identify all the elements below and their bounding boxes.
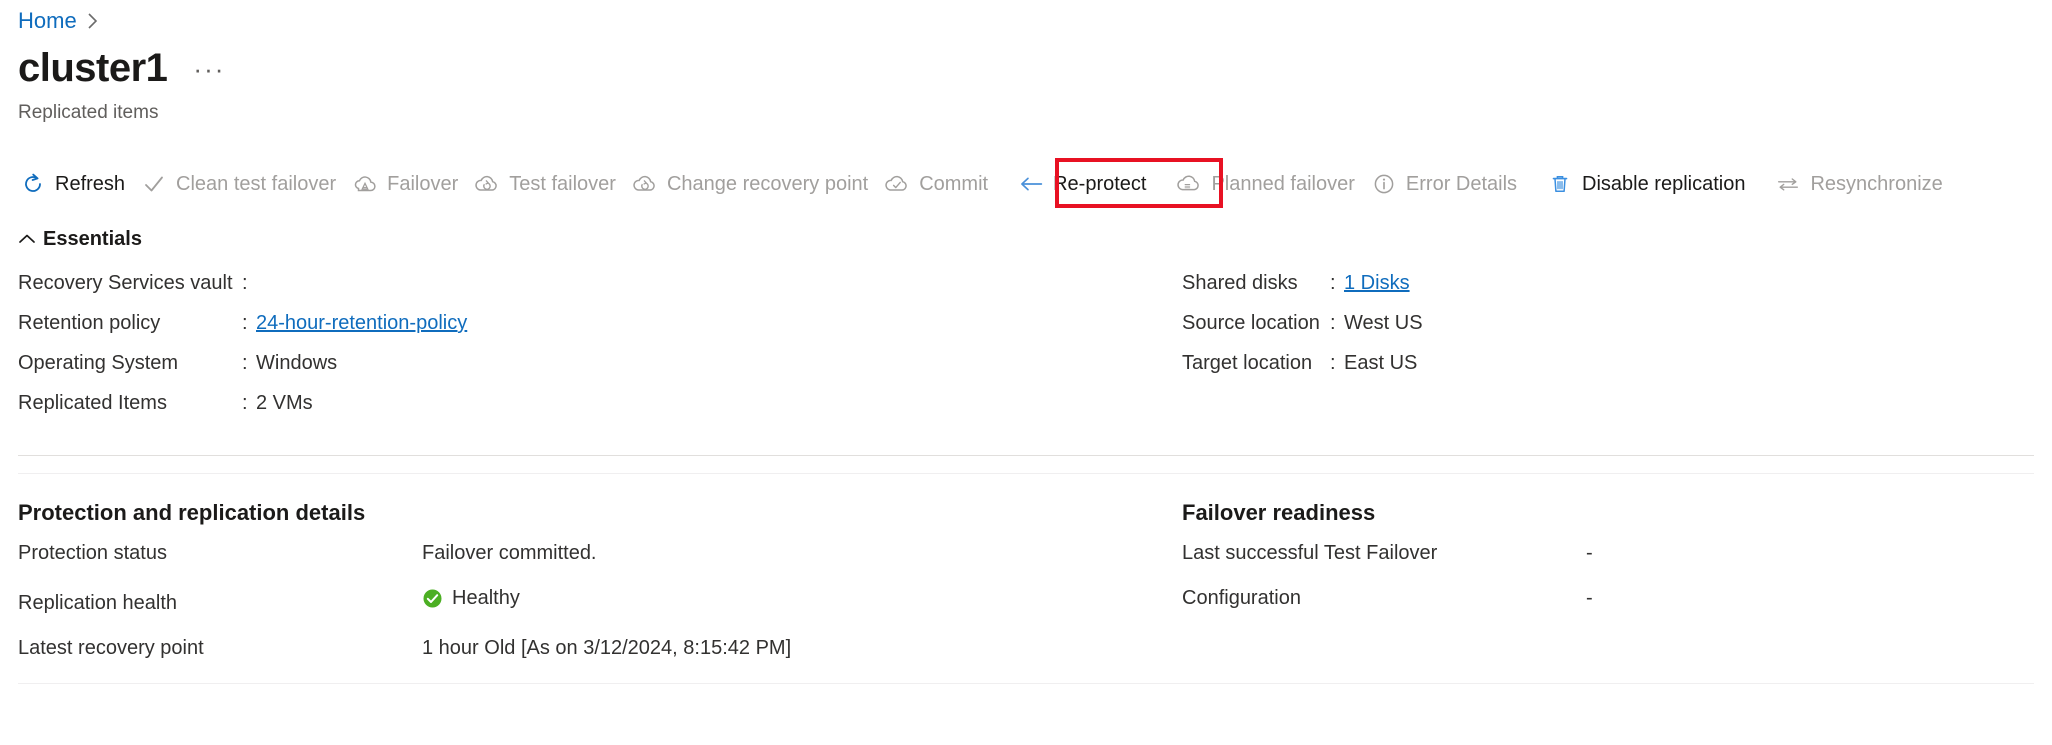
command-planned-failover[interactable]: Planned failover: [1160, 165, 1368, 203]
failover-value-last-successful-test-failover: -: [1586, 542, 1593, 564]
essentials-value-shared-disks-link[interactable]: 1 Disks: [1344, 272, 1423, 295]
page-title-row: cluster1 ···: [18, 48, 229, 88]
failover-label-last-successful-test-failover: Last successful Test Failover: [1182, 542, 1438, 564]
command-disable-replication[interactable]: Disable replication: [1531, 165, 1759, 203]
protection-label-replication-health: Replication health: [18, 592, 177, 614]
essentials-colon: :: [1330, 312, 1336, 334]
essentials-label-target-location: Target location: [1182, 352, 1313, 374]
chevron-up-icon: [18, 232, 35, 248]
essentials-colon: :: [242, 312, 248, 334]
essentials-left-column: Recovery Services vault : Retention poli…: [18, 272, 467, 415]
essentials-value-target-location: East US: [1344, 352, 1418, 374]
essentials-colon: :: [1330, 272, 1336, 294]
essentials-label-retention-policy: Retention policy: [18, 312, 161, 334]
command-failover[interactable]: Failover: [350, 165, 472, 203]
failover-readiness-grid: Last successful Test Failover - Configur…: [1182, 542, 1593, 610]
protection-section-title: Protection and replication details: [18, 500, 366, 525]
command-re-protect[interactable]: Re-protect: [1002, 165, 1160, 203]
trash-icon: [1547, 171, 1573, 197]
command-commit-label: Commit: [919, 172, 989, 195]
essentials-colon: :: [242, 272, 248, 294]
failover-label-configuration: Configuration: [1182, 587, 1301, 609]
command-disable-replication-label: Disable replication: [1582, 172, 1746, 195]
failover-value-configuration: -: [1586, 587, 1593, 609]
protection-value-replication-health: Healthy: [452, 587, 520, 609]
essentials-value-source-location: West US: [1344, 312, 1423, 334]
arrow-left-icon: [1018, 171, 1044, 197]
divider-section-top: [18, 473, 2034, 474]
essentials-value-retention-policy-link[interactable]: 24-hour-retention-policy: [256, 312, 467, 335]
page-subtitle: Replicated items: [18, 102, 159, 123]
divider-essentials-bottom: [18, 455, 2034, 456]
refresh-icon: [20, 171, 46, 197]
healthy-check-icon: [422, 588, 443, 609]
essentials-colon: :: [1330, 352, 1336, 374]
breadcrumb: Home: [18, 8, 100, 34]
cloud-failover-icon: [352, 171, 378, 197]
command-re-protect-label: Re-protect: [1053, 172, 1147, 195]
cloud-recovery-point-icon: [632, 171, 658, 197]
essentials-label-recovery-services-vault: Recovery Services vault: [18, 272, 233, 294]
command-error-details-label: Error Details: [1405, 172, 1518, 195]
command-test-failover-label: Test failover: [509, 172, 616, 195]
cloud-planned-failover-icon: [1176, 171, 1202, 197]
command-change-recovery-point[interactable]: Change recovery point: [630, 165, 882, 203]
page-title: cluster1: [18, 46, 168, 90]
command-commit[interactable]: Commit: [882, 165, 1002, 203]
protection-label-status: Protection status: [18, 542, 167, 564]
resynchronize-icon: [1775, 171, 1801, 197]
chevron-right-icon: [86, 11, 100, 31]
checkmark-icon: [141, 171, 167, 197]
essentials-label-shared-disks: Shared disks: [1182, 272, 1298, 294]
essentials-value-replicated-items: 2 VMs: [256, 392, 313, 414]
azure-replicated-item-page: Home cluster1 ··· Replicated items Refre…: [0, 0, 2052, 745]
command-planned-failover-label: Planned failover: [1211, 172, 1355, 195]
command-clean-test-failover-label: Clean test failover: [176, 172, 337, 195]
failover-readiness-section-title: Failover readiness: [1182, 500, 1376, 525]
essentials-toggle[interactable]: Essentials: [18, 228, 142, 251]
essentials-label-replicated-items: Replicated Items: [18, 392, 167, 414]
protection-label-latest-recovery-point: Latest recovery point: [18, 637, 204, 659]
command-refresh[interactable]: Refresh: [18, 165, 139, 203]
breadcrumb-home-link[interactable]: Home: [18, 8, 77, 34]
command-resynchronize-label: Resynchronize: [1810, 172, 1943, 195]
essentials-right-column: Shared disks : 1 Disks Source location :…: [1182, 272, 1423, 375]
essentials-label: Essentials: [43, 228, 142, 250]
more-options-button[interactable]: ···: [189, 56, 229, 88]
status-badge: Healthy: [422, 587, 791, 610]
divider-section-bottom: [18, 683, 2034, 684]
info-icon: [1371, 171, 1397, 197]
command-refresh-label: Refresh: [55, 172, 126, 195]
protection-details-grid: Protection status Failover committed. Re…: [18, 542, 791, 660]
cloud-test-failover-icon: [474, 171, 500, 197]
cloud-commit-icon: [884, 171, 910, 197]
command-bar: Refresh Clean test failover Failover Tes…: [18, 165, 1957, 203]
command-test-failover[interactable]: Test failover: [472, 165, 630, 203]
command-clean-test-failover[interactable]: Clean test failover: [139, 165, 350, 203]
essentials-colon: :: [242, 352, 248, 374]
essentials-label-operating-system: Operating System: [18, 352, 179, 374]
essentials-value-operating-system: Windows: [256, 352, 338, 374]
command-resynchronize[interactable]: Resynchronize: [1759, 165, 1956, 203]
protection-value-latest-recovery-point: 1 hour Old [As on 3/12/2024, 8:15:42 PM]: [422, 637, 792, 659]
protection-value-status: Failover committed.: [422, 542, 597, 564]
command-change-recovery-point-label: Change recovery point: [666, 172, 869, 195]
essentials-label-source-location: Source location: [1182, 312, 1320, 334]
essentials-colon: :: [242, 392, 248, 414]
command-failover-label: Failover: [387, 172, 459, 195]
command-error-details[interactable]: Error Details: [1369, 165, 1531, 203]
